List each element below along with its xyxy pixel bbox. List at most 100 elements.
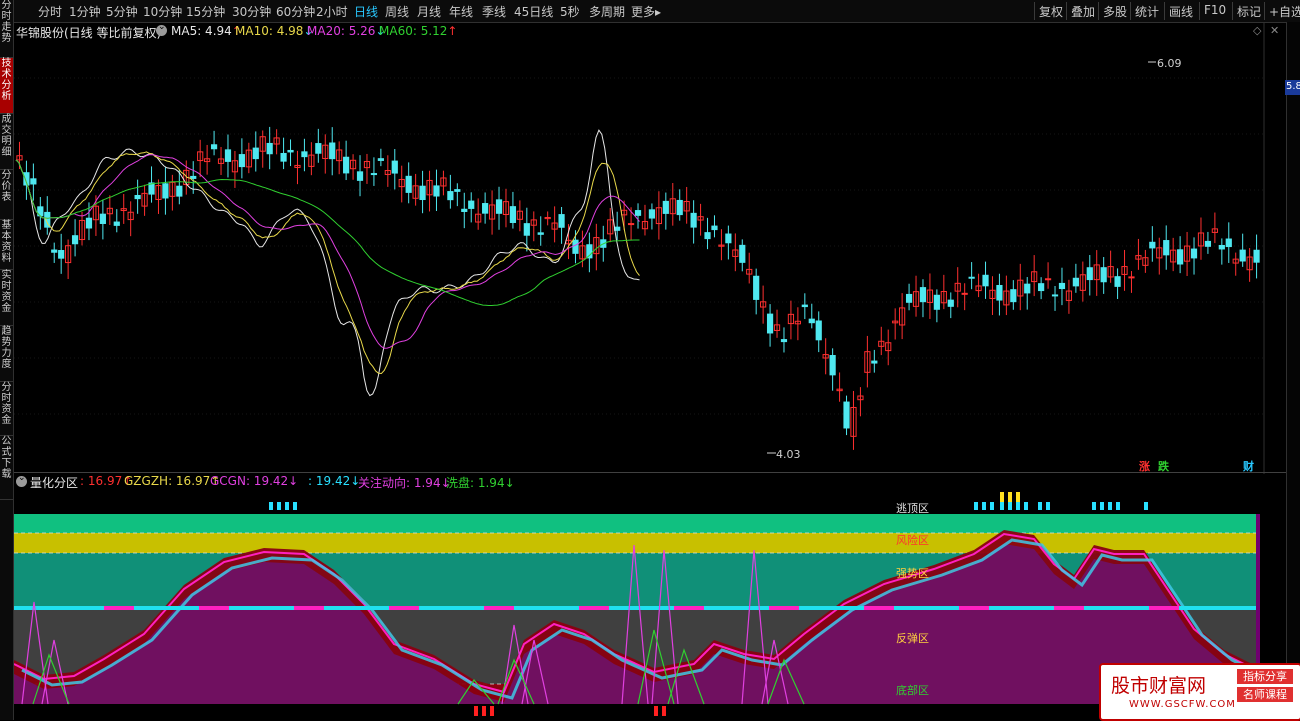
top-marker-cyan [1108, 502, 1112, 510]
midline-segment [389, 606, 419, 610]
indicator-value-2: GCGN: 19.42↓ [210, 474, 299, 488]
candle-body [982, 274, 989, 287]
period-tab-0[interactable]: 分时 [38, 3, 62, 20]
indicator-value-3: : 19.42↓ [308, 474, 361, 488]
candle-body [468, 200, 475, 209]
top-marker-cyan [1092, 502, 1096, 510]
zone-label-rebound: 反弹区 [896, 632, 929, 645]
candle-body [1225, 238, 1232, 248]
tool-button-0[interactable]: 复权 [1039, 3, 1063, 20]
midline-segment [294, 606, 324, 610]
indicator-value-5: 洗盘: 1.94↓ [446, 476, 515, 490]
tool-button-6[interactable]: 标记 [1237, 3, 1261, 20]
candle-body [690, 212, 697, 228]
tool-button-4[interactable]: 画线 [1169, 3, 1193, 20]
candle-body [711, 225, 718, 231]
period-tab-8[interactable]: 日线 [354, 3, 378, 20]
period-tab-12[interactable]: 季线 [482, 3, 506, 20]
period-tab-4[interactable]: 15分钟 [186, 3, 225, 20]
candle-body [1100, 267, 1107, 283]
candle-body [1253, 249, 1260, 263]
right-scale-strip [1286, 22, 1300, 720]
period-tab-9[interactable]: 周线 [385, 3, 409, 20]
diamond-icon[interactable]: ◇ [1253, 24, 1261, 37]
top-marker-cyan [1116, 502, 1120, 510]
zone-label-top-escape: 逃顶区 [896, 502, 929, 515]
period-tab-16[interactable]: 更多▸ [631, 3, 661, 20]
period-tab-11[interactable]: 年线 [449, 3, 473, 20]
candle-body [1038, 283, 1045, 292]
period-tab-10[interactable]: 月线 [417, 3, 441, 20]
candle-body [454, 189, 461, 192]
candle-body [343, 156, 350, 174]
period-tab-6[interactable]: 60分钟 [276, 3, 315, 20]
period-tab-13[interactable]: 45日线 [514, 3, 553, 20]
candle-body [1190, 248, 1198, 259]
candle-body [947, 299, 954, 307]
candle-body [461, 208, 468, 212]
ma-value-1: MA10: 4.98↓ [235, 24, 314, 38]
candle-body [1058, 282, 1066, 290]
candle-body [1149, 241, 1156, 249]
indicator-value-1: GZGZH: 16.97↑ [124, 474, 221, 488]
tool-button-2[interactable]: 多股 [1103, 3, 1127, 20]
candle-body [634, 210, 642, 216]
low-price-label: 4.03 [776, 448, 801, 461]
midline-segment [864, 606, 894, 610]
candle-body [871, 360, 878, 364]
sidebar-tab-3[interactable]: 分价表 [0, 170, 13, 220]
candle-body [968, 276, 975, 279]
sidebar-tab-4[interactable]: 基本资料 [0, 220, 13, 270]
candle-body [704, 232, 711, 240]
period-tab-5[interactable]: 30分钟 [232, 3, 271, 20]
zone-label-bottom: 底部区 [896, 684, 929, 697]
candle-body [329, 142, 336, 160]
candle-body [753, 275, 760, 300]
period-tab-1[interactable]: 1分钟 [69, 3, 101, 20]
candle-body [905, 293, 913, 303]
period-tab-2[interactable]: 5分钟 [106, 3, 138, 20]
candle-body [377, 158, 384, 161]
candle-body [961, 292, 968, 295]
site-watermark: 股市财富网 指标分享 名师课程 WWW.GSCFW.COM [1099, 663, 1300, 721]
zone-label-strong: 强势区 [896, 567, 929, 580]
candle-body [252, 147, 259, 160]
sidebar-tab-7[interactable]: 分时资金 [0, 382, 13, 436]
watermark-tag-share: 指标分享 [1237, 669, 1293, 684]
left-tab-bar: 分时走势 技术分析 成交明细 分价表 基本资料 实时资金 趋势力度 分时资金 公式下载 [0, 0, 14, 720]
indicator-settings-icon[interactable]: ⌄ [16, 473, 27, 487]
tool-button-3[interactable]: 统计 [1135, 3, 1159, 20]
candlestick-chart[interactable] [14, 22, 1286, 474]
candle-body [280, 152, 287, 162]
settings-circle-icon[interactable]: ⌄ [156, 22, 167, 36]
candle-body [301, 151, 308, 158]
sidebar-tab-2[interactable]: 成交明细 [0, 114, 13, 170]
watermark-tag-course: 名师课程 [1237, 687, 1293, 702]
period-tab-7[interactable]: 2小时 [316, 3, 348, 20]
period-tab-3[interactable]: 10分钟 [143, 3, 182, 20]
period-tab-15[interactable]: 多周期 [589, 3, 625, 20]
candle-body [405, 175, 412, 193]
sidebar-tab-6[interactable]: 趋势力度 [0, 326, 13, 382]
top-marker-cyan [277, 502, 281, 510]
sidebar-tab-8[interactable]: 公式下载 [0, 436, 13, 500]
candle-body [287, 149, 294, 153]
ma-value-3: MA60: 5.12↑ [379, 24, 458, 38]
candle-body [447, 191, 454, 201]
candle-body [919, 287, 927, 303]
close-icon[interactable]: ✕ [1270, 24, 1279, 37]
period-tab-14[interactable]: 5秒 [560, 3, 580, 20]
bottom-marker-red [482, 706, 486, 716]
sidebar-tab-5[interactable]: 实时资金 [0, 270, 13, 326]
top-marker-cyan [1000, 502, 1004, 510]
candle-body [71, 235, 79, 245]
indicator-chart[interactable] [14, 490, 1286, 720]
candle-body [419, 185, 426, 201]
tool-button-5[interactable]: F10 [1204, 3, 1226, 17]
sidebar-tab-1[interactable]: 技术分析 [0, 58, 13, 114]
tool-button-1[interactable]: 叠加 [1071, 3, 1095, 20]
candle-body [996, 284, 1003, 301]
tool-button-7[interactable]: +自选 [1269, 3, 1300, 20]
ma-line-5 [15, 129, 640, 397]
sidebar-tab-0[interactable]: 分时走势 [0, 0, 13, 58]
